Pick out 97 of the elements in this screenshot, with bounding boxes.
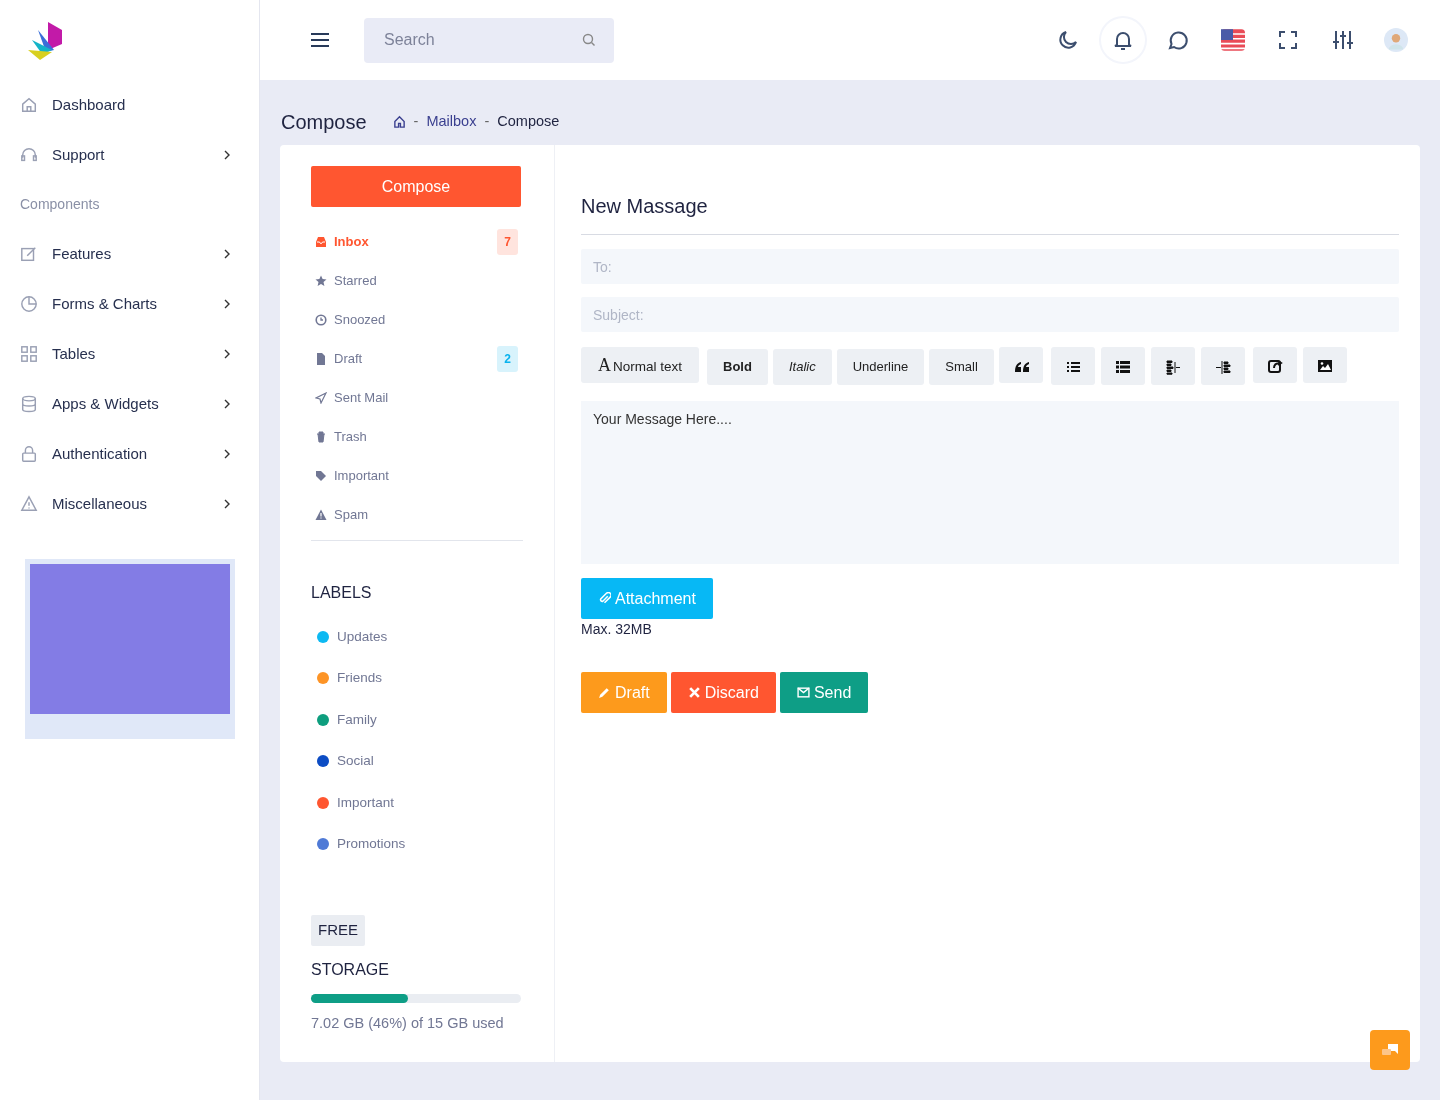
edit-icon: [20, 245, 38, 263]
toolbar-button[interactable]: Bold: [707, 349, 768, 385]
database-icon: [20, 395, 38, 413]
toolbar-button[interactable]: Small: [929, 349, 994, 385]
grid-icon: [20, 345, 38, 363]
sidebar-item[interactable]: Tables: [0, 329, 259, 379]
home-icon[interactable]: [392, 115, 406, 128]
chevron-right-icon: [223, 499, 231, 509]
toolbar-button[interactable]: A Normal text: [581, 347, 700, 383]
count-badge: 2: [497, 345, 518, 372]
clock-icon: [315, 313, 327, 326]
toolbar-button[interactable]: [1100, 347, 1145, 385]
plan-badge: FREE: [311, 915, 365, 946]
section-heading: Components: [19, 195, 101, 214]
toolbar-button[interactable]: Italic: [772, 349, 832, 385]
count-badge: 7: [497, 228, 518, 255]
warning-icon: [315, 508, 327, 521]
trash-icon: [315, 430, 327, 443]
indent-icon: [1214, 358, 1231, 375]
label-item[interactable]: Important: [311, 782, 523, 824]
chevron-right-icon: [223, 299, 231, 309]
sidebar-item[interactable]: Support: [0, 130, 259, 180]
toolbar-button[interactable]: [1200, 347, 1245, 385]
folder-item[interactable]: Sent Mail: [311, 378, 523, 417]
tag-icon: [315, 469, 327, 482]
toolbar-button[interactable]: [998, 347, 1043, 383]
compose-button[interactable]: Compose: [311, 166, 521, 207]
sidebar-item[interactable]: Forms & Charts: [0, 279, 259, 329]
headset-icon: [20, 146, 38, 164]
toolbar-button[interactable]: [1302, 347, 1347, 383]
chat-icon: [1380, 1042, 1400, 1058]
fullscreen-icon: [1276, 28, 1300, 52]
paperclip-icon: [598, 591, 611, 605]
label-item[interactable]: Social: [311, 740, 523, 782]
home-icon: [20, 96, 38, 114]
send-button[interactable]: Send: [779, 672, 869, 713]
chevron-right-icon: [223, 249, 231, 259]
close-icon: [687, 685, 701, 699]
sidebar-item[interactable]: Apps & Widgets: [0, 379, 259, 429]
breadcrumb-separator: -: [413, 111, 419, 131]
list-icon: [1114, 358, 1131, 375]
labels-heading: LABELS: [311, 583, 373, 603]
envelope-icon: [796, 685, 810, 699]
folder-item[interactable]: Draft 2: [311, 339, 523, 378]
star-icon: [315, 274, 327, 287]
folder-item[interactable]: Important: [311, 456, 523, 495]
flag-icon: [1221, 28, 1245, 52]
storage-title: STORAGE: [311, 959, 390, 980]
search-field[interactable]: Search: [364, 17, 614, 63]
folder-item[interactable]: Snoozed: [311, 300, 523, 339]
sidebar-item[interactable]: Features: [0, 229, 259, 279]
toolbar-button[interactable]: [1050, 347, 1095, 385]
sidebar-item[interactable]: Dashboard: [0, 80, 259, 130]
breadcrumb-current: Compose: [497, 111, 560, 131]
label-item[interactable]: Friends: [311, 657, 523, 699]
notifications-button[interactable]: [1101, 18, 1145, 62]
sidebar-item[interactable]: Miscellaneous: [0, 479, 259, 529]
folder-item[interactable]: Inbox 7: [311, 222, 523, 261]
attachment-note: Max. 32MB: [581, 620, 653, 639]
chevron-right-icon: [223, 349, 231, 359]
warning-icon: [20, 495, 38, 513]
file-icon: [315, 352, 327, 365]
label-item[interactable]: Family: [311, 699, 523, 741]
avatar-icon: [1384, 28, 1408, 52]
pencil-icon: [598, 685, 611, 699]
chevron-right-icon: [223, 150, 231, 160]
storage-usage: 7.02 GB (46%) of 15 GB used: [311, 1013, 505, 1033]
folder-item[interactable]: Trash: [311, 417, 523, 456]
label-item[interactable]: Updates: [311, 616, 523, 658]
image-icon: [1316, 357, 1333, 374]
discard-button[interactable]: Discard: [670, 672, 776, 713]
toolbar-button[interactable]: [1150, 347, 1195, 385]
inbox-icon: [315, 235, 327, 248]
paper-plane-icon: [315, 391, 327, 404]
folder-item[interactable]: Spam: [311, 495, 523, 534]
message-field[interactable]: Your Message Here....: [581, 401, 1399, 564]
chevron-right-icon: [223, 399, 231, 409]
lock-icon: [20, 445, 38, 463]
chevron-right-icon: [223, 449, 231, 459]
pie-chart-icon: [20, 295, 38, 313]
sliders-icon: [1331, 28, 1355, 52]
outdent-icon: [1164, 358, 1181, 375]
share-icon: [1266, 357, 1283, 374]
search-icon: [582, 32, 596, 47]
folder-item[interactable]: Starred: [311, 261, 523, 300]
compose-heading: New Massage: [581, 191, 1399, 235]
page-title: Compose: [281, 109, 367, 134]
logo-icon: [28, 20, 64, 62]
to-field[interactable]: To:: [581, 249, 1399, 284]
moon-icon: [1056, 28, 1080, 52]
breadcrumb-link[interactable]: Mailbox: [426, 110, 477, 133]
toolbar-button[interactable]: Underline: [836, 349, 925, 385]
toolbar-button[interactable]: [1252, 347, 1297, 383]
sidebar-item[interactable]: Authentication: [0, 429, 259, 479]
breadcrumb-separator: -: [484, 111, 490, 131]
subject-field[interactable]: Subject:: [581, 297, 1399, 332]
label-item[interactable]: Promotions: [311, 823, 523, 865]
